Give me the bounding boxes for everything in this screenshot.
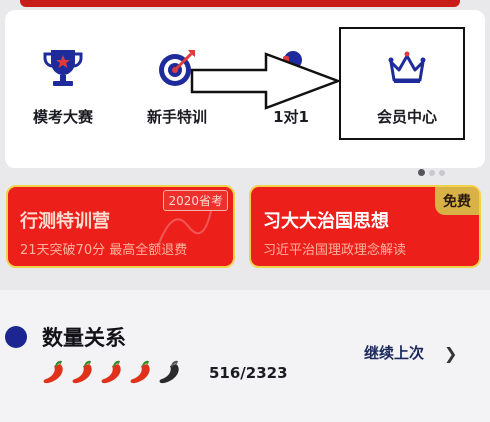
promo-card-governance-thought[interactable]: 习大大治国思想 免费 习近平治国理政理念解读 xyxy=(249,185,481,268)
tutor-icon xyxy=(277,51,309,86)
nav-item-newbie-training[interactable]: 新手特训 xyxy=(127,46,227,138)
section-bullet-icon xyxy=(5,326,27,348)
section-title: 数量关系 xyxy=(42,326,126,350)
promo-badge-free: 免费 xyxy=(435,187,479,215)
pager-dot[interactable] xyxy=(429,170,435,176)
chevron-right-icon[interactable]: ❯ xyxy=(444,344,457,363)
carousel-pager xyxy=(414,161,445,180)
nav-label-mock-exam: 模考大赛 xyxy=(32,108,93,126)
promo-subtitle-governance-thought: 习近平治国理政理念解读 xyxy=(263,243,407,258)
pepper-filled-icon xyxy=(130,360,150,384)
banner-edge[interactable] xyxy=(20,0,460,7)
target-icon xyxy=(159,50,195,86)
promo-subtitle-training-camp: 21天突破70分 最高全额退费 xyxy=(20,243,188,258)
promo-title-governance-thought: 习大大治国思想 xyxy=(263,211,389,232)
quick-nav-card: 模考大赛 新手特训 1对1 会员中心 xyxy=(5,10,485,176)
nav-item-one-on-one[interactable]: 1对1 xyxy=(241,46,341,138)
crown-icon xyxy=(388,51,426,83)
promo-title-training-camp: 行测特训营 xyxy=(20,211,110,232)
nav-label-one-on-one: 1对1 xyxy=(273,108,309,126)
pager-dot[interactable] xyxy=(439,170,445,176)
trophy-icon xyxy=(43,50,83,86)
pepper-empty-icon xyxy=(159,360,179,384)
continue-last-button[interactable]: 继续上次 xyxy=(364,342,424,363)
pepper-filled-icon xyxy=(72,360,92,384)
nav-label-newbie-training: 新手特训 xyxy=(146,108,207,126)
pepper-filled-icon xyxy=(43,360,63,384)
difficulty-rating xyxy=(43,360,179,384)
pager-dot-active[interactable] xyxy=(418,169,425,176)
promo-badge-2020: 2020省考 xyxy=(163,190,228,211)
nav-item-mock-exam[interactable]: 模考大赛 xyxy=(13,46,113,138)
nav-item-member-center[interactable]: 会员中心 xyxy=(357,46,457,138)
nav-label-member-center: 会员中心 xyxy=(376,108,437,126)
pepper-filled-icon xyxy=(101,360,121,384)
promo-card-training-camp[interactable]: 行测特训营 2020省考 21天突破70分 最高全额退费 xyxy=(6,185,235,268)
progress-count: 516/2323 xyxy=(209,364,288,382)
